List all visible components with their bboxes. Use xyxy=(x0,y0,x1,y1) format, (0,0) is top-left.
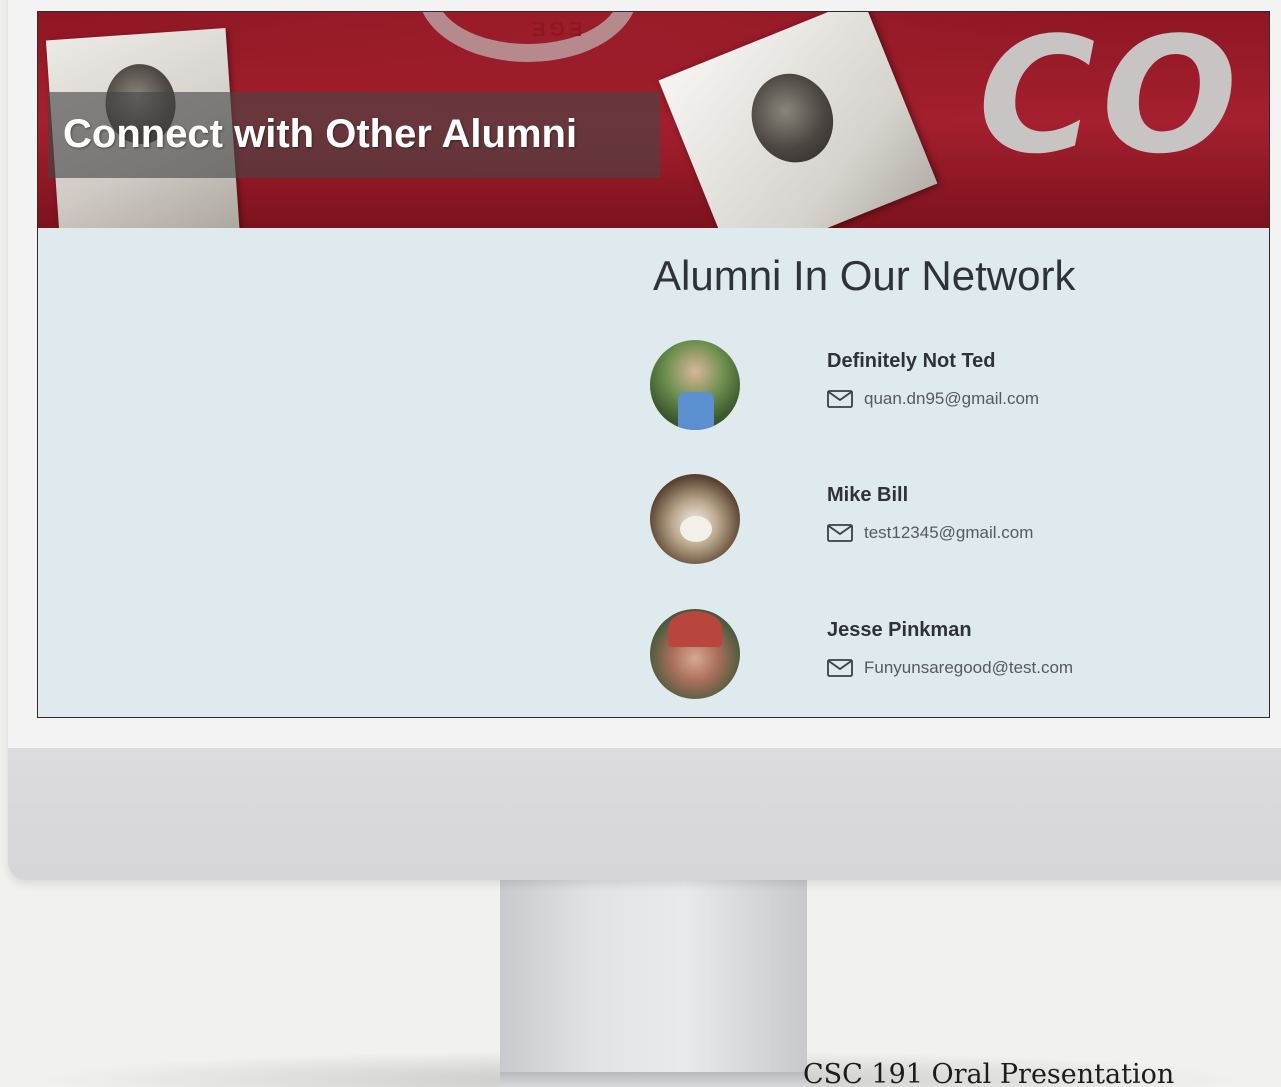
slide-caption: CSC 191 Oral Presentation xyxy=(803,1059,1175,1087)
avatar[interactable] xyxy=(650,340,740,430)
alumni-email[interactable]: Funyunsaregood@test.com xyxy=(864,658,1073,678)
avatar[interactable] xyxy=(650,474,740,564)
alumni-list-item[interactable]: Definitely Not Ted quan.dn95@gmail.com xyxy=(650,340,1250,432)
page-title: Connect with Other Alumni xyxy=(63,112,578,156)
seal-text: EGE xyxy=(528,17,583,39)
vintage-photo-right xyxy=(658,12,938,228)
monitor-stand xyxy=(500,880,807,1087)
alumni-email[interactable]: quan.dn95@gmail.com xyxy=(864,389,1039,409)
hero-banner: EGE CO Connect with Other Alumni xyxy=(38,12,1269,228)
alumni-email[interactable]: test12345@gmail.com xyxy=(864,523,1033,543)
mail-icon xyxy=(827,659,853,677)
avatar[interactable] xyxy=(650,609,740,699)
monitor-chin xyxy=(8,748,1281,880)
app-screen: EGE CO Connect with Other Alumni Alumni … xyxy=(37,11,1270,718)
email-row[interactable]: quan.dn95@gmail.com xyxy=(827,389,1039,409)
monitor-stand-foot xyxy=(500,1072,807,1087)
section-title: Alumni In Our Network xyxy=(653,252,1076,299)
photo-face xyxy=(738,61,847,175)
alumni-name[interactable]: Jesse Pinkman xyxy=(827,619,972,642)
alumni-name[interactable]: Definitely Not Ted xyxy=(827,350,996,373)
alumni-list-item[interactable]: Jesse Pinkman Funyunsaregood@test.com xyxy=(650,609,1250,701)
email-row[interactable]: test12345@gmail.com xyxy=(827,523,1033,543)
alumni-list-item[interactable]: Mike Bill test12345@gmail.com xyxy=(650,474,1250,566)
alumni-name[interactable]: Mike Bill xyxy=(827,484,908,507)
mail-icon xyxy=(827,524,853,542)
mail-icon xyxy=(827,390,853,408)
presentation-slide: EGE CO Connect with Other Alumni Alumni … xyxy=(0,0,1281,1087)
banner-letters: CO xyxy=(978,12,1244,189)
email-row[interactable]: Funyunsaregood@test.com xyxy=(827,658,1073,678)
